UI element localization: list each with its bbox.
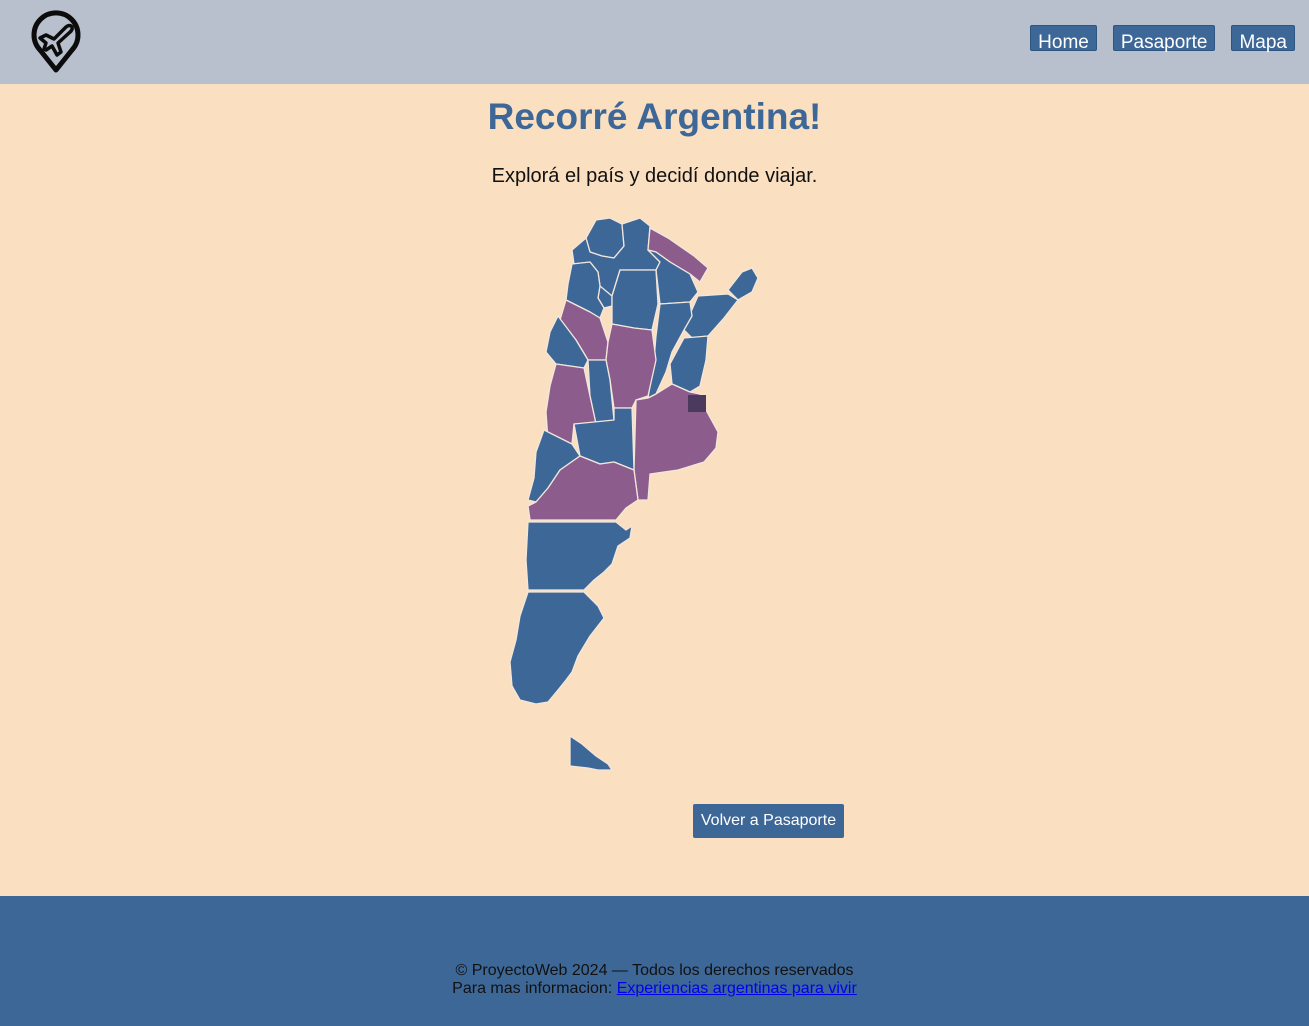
footer-copyright: © ProyectoWeb 2024 — Todos los derechos … — [455, 962, 854, 979]
province-santa-cruz[interactable] — [509, 591, 605, 705]
footer: © ProyectoWeb 2024 — Todos los derechos … — [0, 896, 1309, 1026]
province-misiones[interactable] — [727, 267, 759, 301]
province-santiago-del-estero[interactable] — [611, 269, 659, 331]
nav-passport-button[interactable]: Pasaporte — [1112, 25, 1216, 53]
back-to-passport-button[interactable]: Volver a Pasaporte — [693, 804, 844, 838]
footer-info-prefix: Para mas informacion: — [452, 980, 617, 997]
province-chubut[interactable] — [525, 521, 633, 591]
province-cordoba[interactable] — [605, 323, 657, 409]
page-subtitle: Explorá el país y decidí donde viajar. — [491, 165, 818, 187]
caba-marker[interactable] — [688, 395, 706, 412]
footer-experiences-link[interactable]: Experiencias argentinas para vivir — [617, 980, 857, 997]
header: Home Pasaporte Mapa — [0, 0, 1309, 84]
nav-map-button[interactable]: Mapa — [1231, 25, 1295, 53]
page-title: Recorré Argentina! — [487, 96, 822, 137]
argentina-map — [509, 217, 759, 771]
footer-info: Para mas informacion: Experiencias argen… — [0, 980, 1309, 998]
main-nav: Home Pasaporte Mapa — [1030, 25, 1295, 53]
nav-home-button[interactable]: Home — [1030, 25, 1097, 53]
plane-location-pin-icon[interactable] — [26, 8, 86, 74]
province-tierra-del-fuego[interactable] — [569, 735, 613, 771]
